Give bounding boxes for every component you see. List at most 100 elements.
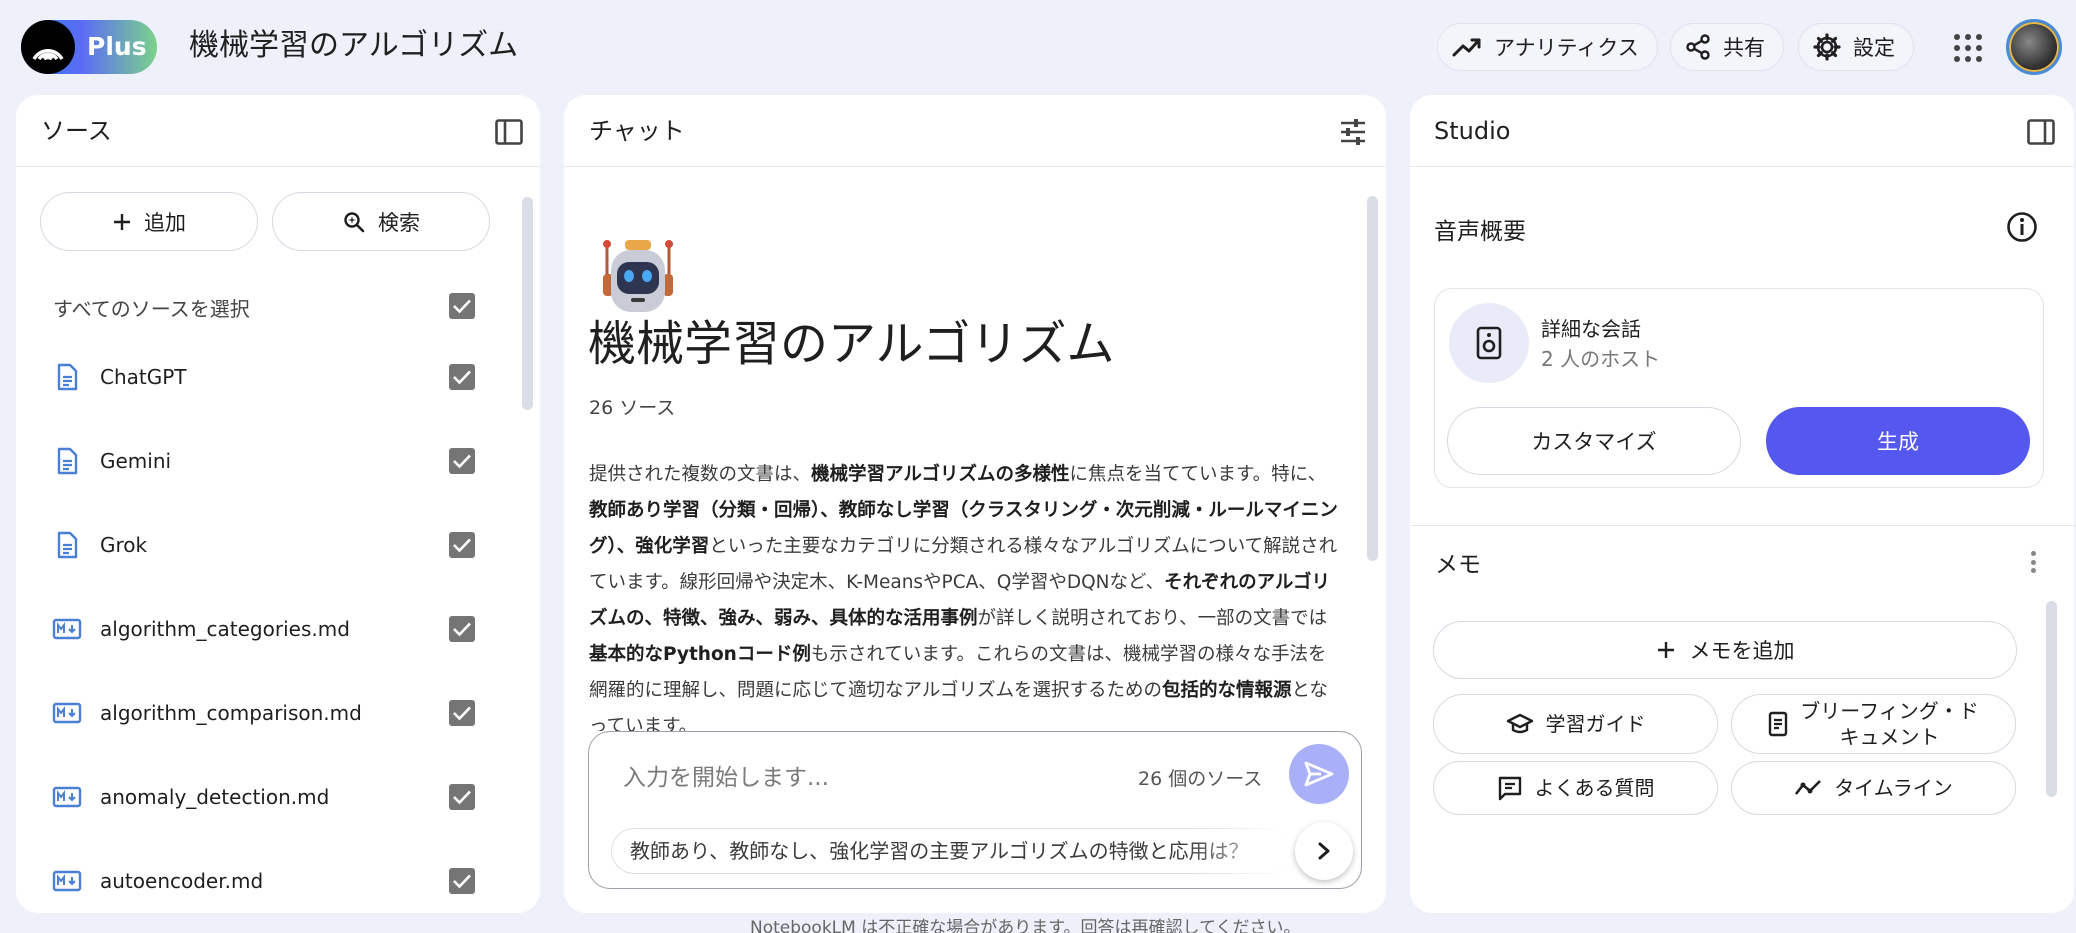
discover-sources-button[interactable]: 検索: [272, 192, 490, 251]
robot-emoji-icon: [597, 236, 679, 320]
study-guide-label: 学習ガイド: [1545, 712, 1646, 736]
memo-title: メモ: [1435, 552, 1481, 578]
summary-text: が詳しく説明されており、一部の文書では: [977, 608, 1328, 629]
apps-grid-icon[interactable]: [1948, 28, 1988, 68]
source-checkbox[interactable]: [449, 784, 475, 810]
source-checkbox[interactable]: [449, 700, 475, 726]
speaker-icon: [1449, 303, 1529, 383]
studio-panel-header: Studio: [1410, 95, 2074, 167]
suggestion-next-button[interactable]: [1295, 822, 1353, 880]
document-icon: [1768, 711, 1788, 737]
add-memo-button[interactable]: メモを追加: [1433, 621, 2017, 679]
faq-button[interactable]: よくある質問: [1433, 761, 1718, 815]
source-item[interactable]: Grok: [16, 516, 486, 576]
summary-text: に焦点を当てています。特に、: [1069, 464, 1327, 485]
source-name: Gemini: [100, 449, 172, 473]
source-checkbox[interactable]: [449, 448, 475, 474]
sources-title: ソース: [41, 117, 112, 145]
collapse-studio-icon[interactable]: [2026, 117, 2056, 147]
chat-panel-header: チャット: [564, 95, 1386, 167]
send-button[interactable]: [1289, 744, 1349, 804]
source-item[interactable]: autoencoder.md: [16, 852, 486, 912]
source-checkbox[interactable]: [449, 364, 475, 390]
timeline-button[interactable]: タイムライン: [1731, 761, 2016, 815]
settings-label: 設定: [1853, 36, 1895, 60]
disclaimer-text: NotebookLM は不正確な場合があります。回答は再確認してください。: [750, 918, 1301, 933]
notebook-summary: 提供された複数の文書は、機械学習アルゴリズムの多様性に焦点を当てています。特に、…: [589, 457, 1339, 731]
tune-settings-icon[interactable]: [1338, 117, 1368, 147]
select-all-label: すべてのソースを選択: [53, 297, 250, 321]
briefing-doc-button[interactable]: ブリーフィング・ド キュメント: [1731, 694, 2016, 754]
sources-scrollbar[interactable]: [522, 197, 533, 410]
plus-icon: [112, 212, 132, 232]
generate-button[interactable]: 生成: [1766, 407, 2030, 475]
source-name: anomaly_detection.md: [100, 785, 330, 809]
audio-overview-card: 詳細な会話 2 人のホスト カスタマイズ 生成: [1434, 288, 2044, 488]
source-name: ChatGPT: [100, 365, 187, 389]
audio-format-hosts: 2 人のホスト: [1541, 347, 1661, 371]
analytics-button[interactable]: アナリティクス: [1437, 23, 1658, 71]
add-source-label: 追加: [144, 210, 186, 235]
summary-emphasis: 基本的なPythonコード例: [589, 644, 811, 665]
notebook-heading: 機械学習のアルゴリズム: [588, 316, 1115, 372]
source-item[interactable]: algorithm_categories.md: [16, 600, 486, 660]
source-item[interactable]: anomaly_detection.md: [16, 768, 486, 828]
notebooklm-logo-icon: [21, 20, 75, 74]
source-checkbox[interactable]: [449, 532, 475, 558]
share-label: 共有: [1723, 36, 1765, 60]
collapse-panel-icon[interactable]: [494, 117, 524, 147]
gear-icon: [1813, 33, 1841, 61]
customize-button[interactable]: カスタマイズ: [1447, 407, 1741, 475]
avatar[interactable]: [2006, 19, 2062, 75]
audio-format-name: 詳細な会話: [1541, 317, 1641, 341]
source-checkbox[interactable]: [449, 616, 475, 642]
add-memo-label: メモを追加: [1689, 639, 1795, 663]
app-logo[interactable]: Plus: [21, 20, 157, 74]
source-name: autoencoder.md: [100, 869, 264, 893]
studio-title: Studio: [1434, 117, 1511, 145]
document-icon: [52, 446, 82, 476]
chat-scrollbar[interactable]: [1367, 196, 1378, 561]
source-name: algorithm_categories.md: [100, 617, 350, 641]
study-guide-button[interactable]: 学習ガイド: [1433, 694, 1718, 754]
source-item[interactable]: algorithm_comparison.md: [16, 684, 486, 744]
summary-emphasis: 機械学習アルゴリズムの多様性: [811, 464, 1070, 485]
suggested-question[interactable]: 教師あり、教師なし、強化学習の主要アルゴリズムの特徴と応用は？: [611, 828, 1291, 874]
source-name: algorithm_comparison.md: [100, 701, 362, 725]
timeline-icon: [1794, 778, 1822, 798]
markdown-file-icon: [52, 782, 82, 812]
trending-up-icon: [1452, 35, 1482, 59]
search-sparkle-icon: [342, 210, 366, 234]
source-item[interactable]: Gemini: [16, 432, 486, 492]
sources-panel-header: ソース: [16, 95, 540, 167]
analytics-label: アナリティクス: [1494, 36, 1639, 60]
notebook-title[interactable]: 機械学習のアルゴリズム: [189, 24, 518, 68]
share-icon: [1685, 34, 1711, 60]
top-bar: Plus 機械学習のアルゴリズム アナリティクス 共有 設定: [0, 0, 2076, 94]
chevron-right-icon: [1316, 841, 1332, 861]
info-icon[interactable]: [2006, 211, 2038, 243]
markdown-file-icon: [52, 698, 82, 728]
settings-button[interactable]: 設定: [1798, 23, 1914, 71]
faq-label: よくある質問: [1534, 776, 1655, 800]
source-item[interactable]: ChatGPT: [16, 348, 486, 408]
select-all-checkbox[interactable]: [449, 293, 475, 319]
more-vert-icon[interactable]: [2026, 548, 2040, 576]
timeline-label: タイムライン: [1834, 776, 1953, 800]
graduation-cap-icon: [1506, 712, 1534, 736]
share-button[interactable]: 共有: [1670, 23, 1784, 71]
audio-overview-title: 音声概要: [1434, 219, 1526, 245]
source-count: 26 ソース: [589, 397, 676, 419]
summary-emphasis: 包括的な情報源: [1161, 680, 1292, 701]
markdown-file-icon: [52, 866, 82, 896]
summary-text: 提供された複数の文書は、: [589, 464, 812, 485]
send-icon: [1303, 760, 1335, 788]
chat-input-placeholder[interactable]: 入力を開始します...: [623, 758, 829, 792]
chat-input-box[interactable]: 入力を開始します... 26 個のソース 教師あり、教師なし、強化学習の主要アル…: [588, 731, 1362, 889]
document-icon: [52, 362, 82, 392]
studio-scrollbar[interactable]: [2046, 601, 2057, 797]
source-checkbox[interactable]: [449, 868, 475, 894]
add-source-button[interactable]: 追加: [40, 192, 258, 251]
studio-divider: [1411, 525, 2075, 526]
search-label: 検索: [378, 210, 420, 235]
